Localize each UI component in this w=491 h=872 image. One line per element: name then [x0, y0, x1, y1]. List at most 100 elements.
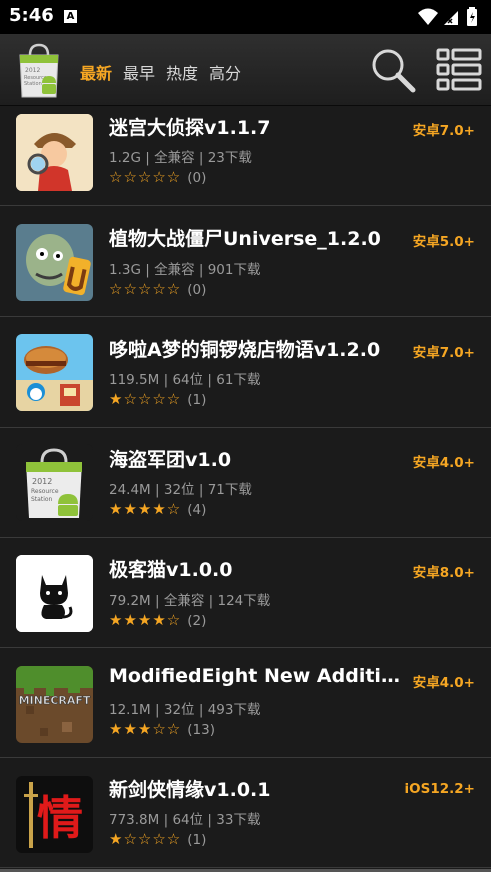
app-rating: ☆☆☆☆☆ (0): [109, 280, 206, 298]
app-meta: 24.4M | 32位 | 71下载: [109, 482, 252, 498]
cat-icon: [16, 555, 93, 632]
detective-icon: [16, 114, 93, 191]
app-downloads: 61下载: [216, 372, 261, 388]
app-meta: 12.1M | 32位 | 493下载: [109, 702, 261, 718]
list-item[interactable]: 植物大战僵尸Universe_1.2.0 1.3G | 全兼容 | 901下载 …: [0, 207, 491, 317]
os-requirement: 安卓5.0+: [412, 234, 475, 250]
svg-text:2012: 2012: [32, 477, 52, 486]
app-title: ModifiedEight New Addition: [109, 665, 405, 687]
tab-popular[interactable]: 热度: [166, 60, 198, 84]
app-size: 24.4M: [109, 482, 151, 498]
app-meta: 1.3G | 全兼容 | 901下载: [109, 262, 261, 278]
rating-count: (0): [187, 282, 207, 298]
tab-oldest[interactable]: 最早: [123, 60, 155, 84]
app-downloads: 71下载: [207, 482, 252, 498]
app-arch: 32位: [163, 482, 195, 498]
zombie-icon: [16, 224, 93, 301]
app-rating: ☆☆☆☆☆ (0): [109, 168, 206, 186]
app-downloads: 901下载: [207, 262, 261, 278]
rating-count: (1): [187, 832, 207, 848]
app-size: 119.5M: [109, 372, 160, 388]
app-rating: ★★★★☆ (2): [109, 611, 206, 629]
sort-tabs: 最新 最早 热度 高分: [80, 60, 241, 84]
android-robot-icon: [42, 76, 56, 94]
rating-count: (13): [187, 722, 215, 738]
app-meta: 1.2G | 全兼容 | 23下载: [109, 150, 252, 166]
notification-a-icon: A: [64, 10, 77, 23]
app-title: 迷宫大侦探v1.1.7: [109, 117, 271, 139]
status-icons: [417, 6, 483, 28]
logo-line2: Station: [24, 81, 42, 87]
app-title: 新剑侠情缘v1.0.1: [109, 779, 271, 801]
app-downloads: 23下载: [207, 150, 252, 166]
os-requirement: 安卓4.0+: [412, 675, 475, 691]
android-bag-icon: 2012 Resource Station: [16, 444, 93, 521]
minecraft-icon: MINECRAFT: [16, 666, 93, 743]
app-downloads: 124下载: [217, 593, 271, 609]
rating-count: (0): [187, 170, 207, 186]
search-icon[interactable]: [369, 46, 417, 94]
list-item[interactable]: 2012 Resource Station 海盗军团v1.0 24.4M | 3…: [0, 428, 491, 538]
os-requirement: 安卓8.0+: [412, 565, 475, 581]
app-downloads: 493下载: [207, 702, 261, 718]
app-title: 哆啦A梦的铜锣烧店物语v1.2.0: [109, 339, 381, 361]
list-item[interactable]: 迷宫大侦探v1.1.7 1.2G | 全兼容 | 23下载 ☆☆☆☆☆ (0) 安…: [0, 106, 491, 206]
wifi-icon: [418, 8, 438, 25]
rating-stars: ☆☆☆☆☆: [109, 168, 182, 186]
rating-stars: ★★★☆☆: [109, 720, 182, 738]
app-arch: 全兼容: [154, 262, 195, 278]
app-rating: ★☆☆☆☆ (1): [109, 830, 206, 848]
app-rating: ★★★☆☆ (13): [109, 720, 215, 738]
app-rating: ★☆☆☆☆ (1): [109, 390, 206, 408]
app-downloads: 33下载: [216, 812, 261, 828]
rating-count: (1): [187, 392, 207, 408]
app-meta: 119.5M | 64位 | 61下载: [109, 372, 261, 388]
logo-year: 2012: [25, 67, 40, 74]
os-requirement: 安卓4.0+: [412, 455, 475, 471]
app-size: 12.1M: [109, 702, 151, 718]
list-item[interactable]: 哆啦A梦的铜锣烧店物语v1.2.0 119.5M | 64位 | 61下载 ★☆…: [0, 318, 491, 428]
tab-top-rated[interactable]: 高分: [209, 60, 241, 84]
minecraft-wordmark: MINECRAFT: [19, 694, 91, 707]
app-size: 1.2G: [109, 150, 141, 166]
doraemon-icon: [16, 334, 93, 411]
rating-stars: ★☆☆☆☆: [109, 390, 182, 408]
top-bar: 2012 Resource Station 最新 最早 热度 高分: [0, 34, 491, 106]
rating-stars: ★★★★☆: [109, 611, 182, 629]
app-title: 植物大战僵尸Universe_1.2.0: [109, 228, 381, 250]
app-size: 1.3G: [109, 262, 141, 278]
tab-newest[interactable]: 最新: [80, 60, 112, 84]
app-title: 极客猫v1.0.0: [109, 559, 233, 581]
rating-stars: ★★★★☆: [109, 500, 182, 518]
list-item[interactable]: MINECRAFT ModifiedEight New Addition 12.…: [0, 648, 491, 758]
list-item[interactable]: 情 新剑侠情缘v1.0.1 773.8M | 64位 | 33下载 ★☆☆☆☆ (…: [0, 758, 491, 868]
battery-icon: [467, 7, 477, 26]
rating-count: (2): [187, 613, 207, 629]
app-list: 迷宫大侦探v1.1.7 1.2G | 全兼容 | 23下载 ☆☆☆☆☆ (0) 安…: [0, 106, 491, 872]
app-size: 773.8M: [109, 812, 160, 828]
status-bar: 5:46 A: [0, 0, 491, 34]
app-arch: 64位: [172, 372, 204, 388]
app-meta: 79.2M | 全兼容 | 124下载: [109, 593, 271, 609]
svg-text:Resource: Resource: [31, 488, 59, 495]
list-menu-icon[interactable]: [436, 47, 482, 93]
app-meta: 773.8M | 64位 | 33下载: [109, 812, 261, 828]
app-arch: 32位: [163, 702, 195, 718]
qing-character: 情: [37, 791, 83, 845]
rating-stars: ★☆☆☆☆: [109, 830, 182, 848]
signal-icon: [444, 11, 458, 25]
app-logo[interactable]: 2012 Resource Station: [16, 43, 62, 99]
app-arch: 全兼容: [154, 150, 195, 166]
list-item[interactable]: 极客猫v1.0.0 79.2M | 全兼容 | 124下载 ★★★★☆ (2) 安…: [0, 538, 491, 648]
rating-count: (4): [187, 502, 207, 518]
status-time: 5:46: [9, 5, 54, 26]
os-requirement: 安卓7.0+: [412, 345, 475, 361]
os-requirement: 安卓7.0+: [412, 123, 475, 139]
app-arch: 全兼容: [163, 593, 205, 609]
os-requirement: iOS12.2+: [404, 781, 475, 797]
app-rating: ★★★★☆ (4): [109, 500, 206, 518]
app-title: 海盗军团v1.0: [109, 449, 232, 471]
sword-qing-icon: 情: [16, 776, 93, 853]
app-arch: 64位: [172, 812, 204, 828]
app-size: 79.2M: [109, 593, 151, 609]
